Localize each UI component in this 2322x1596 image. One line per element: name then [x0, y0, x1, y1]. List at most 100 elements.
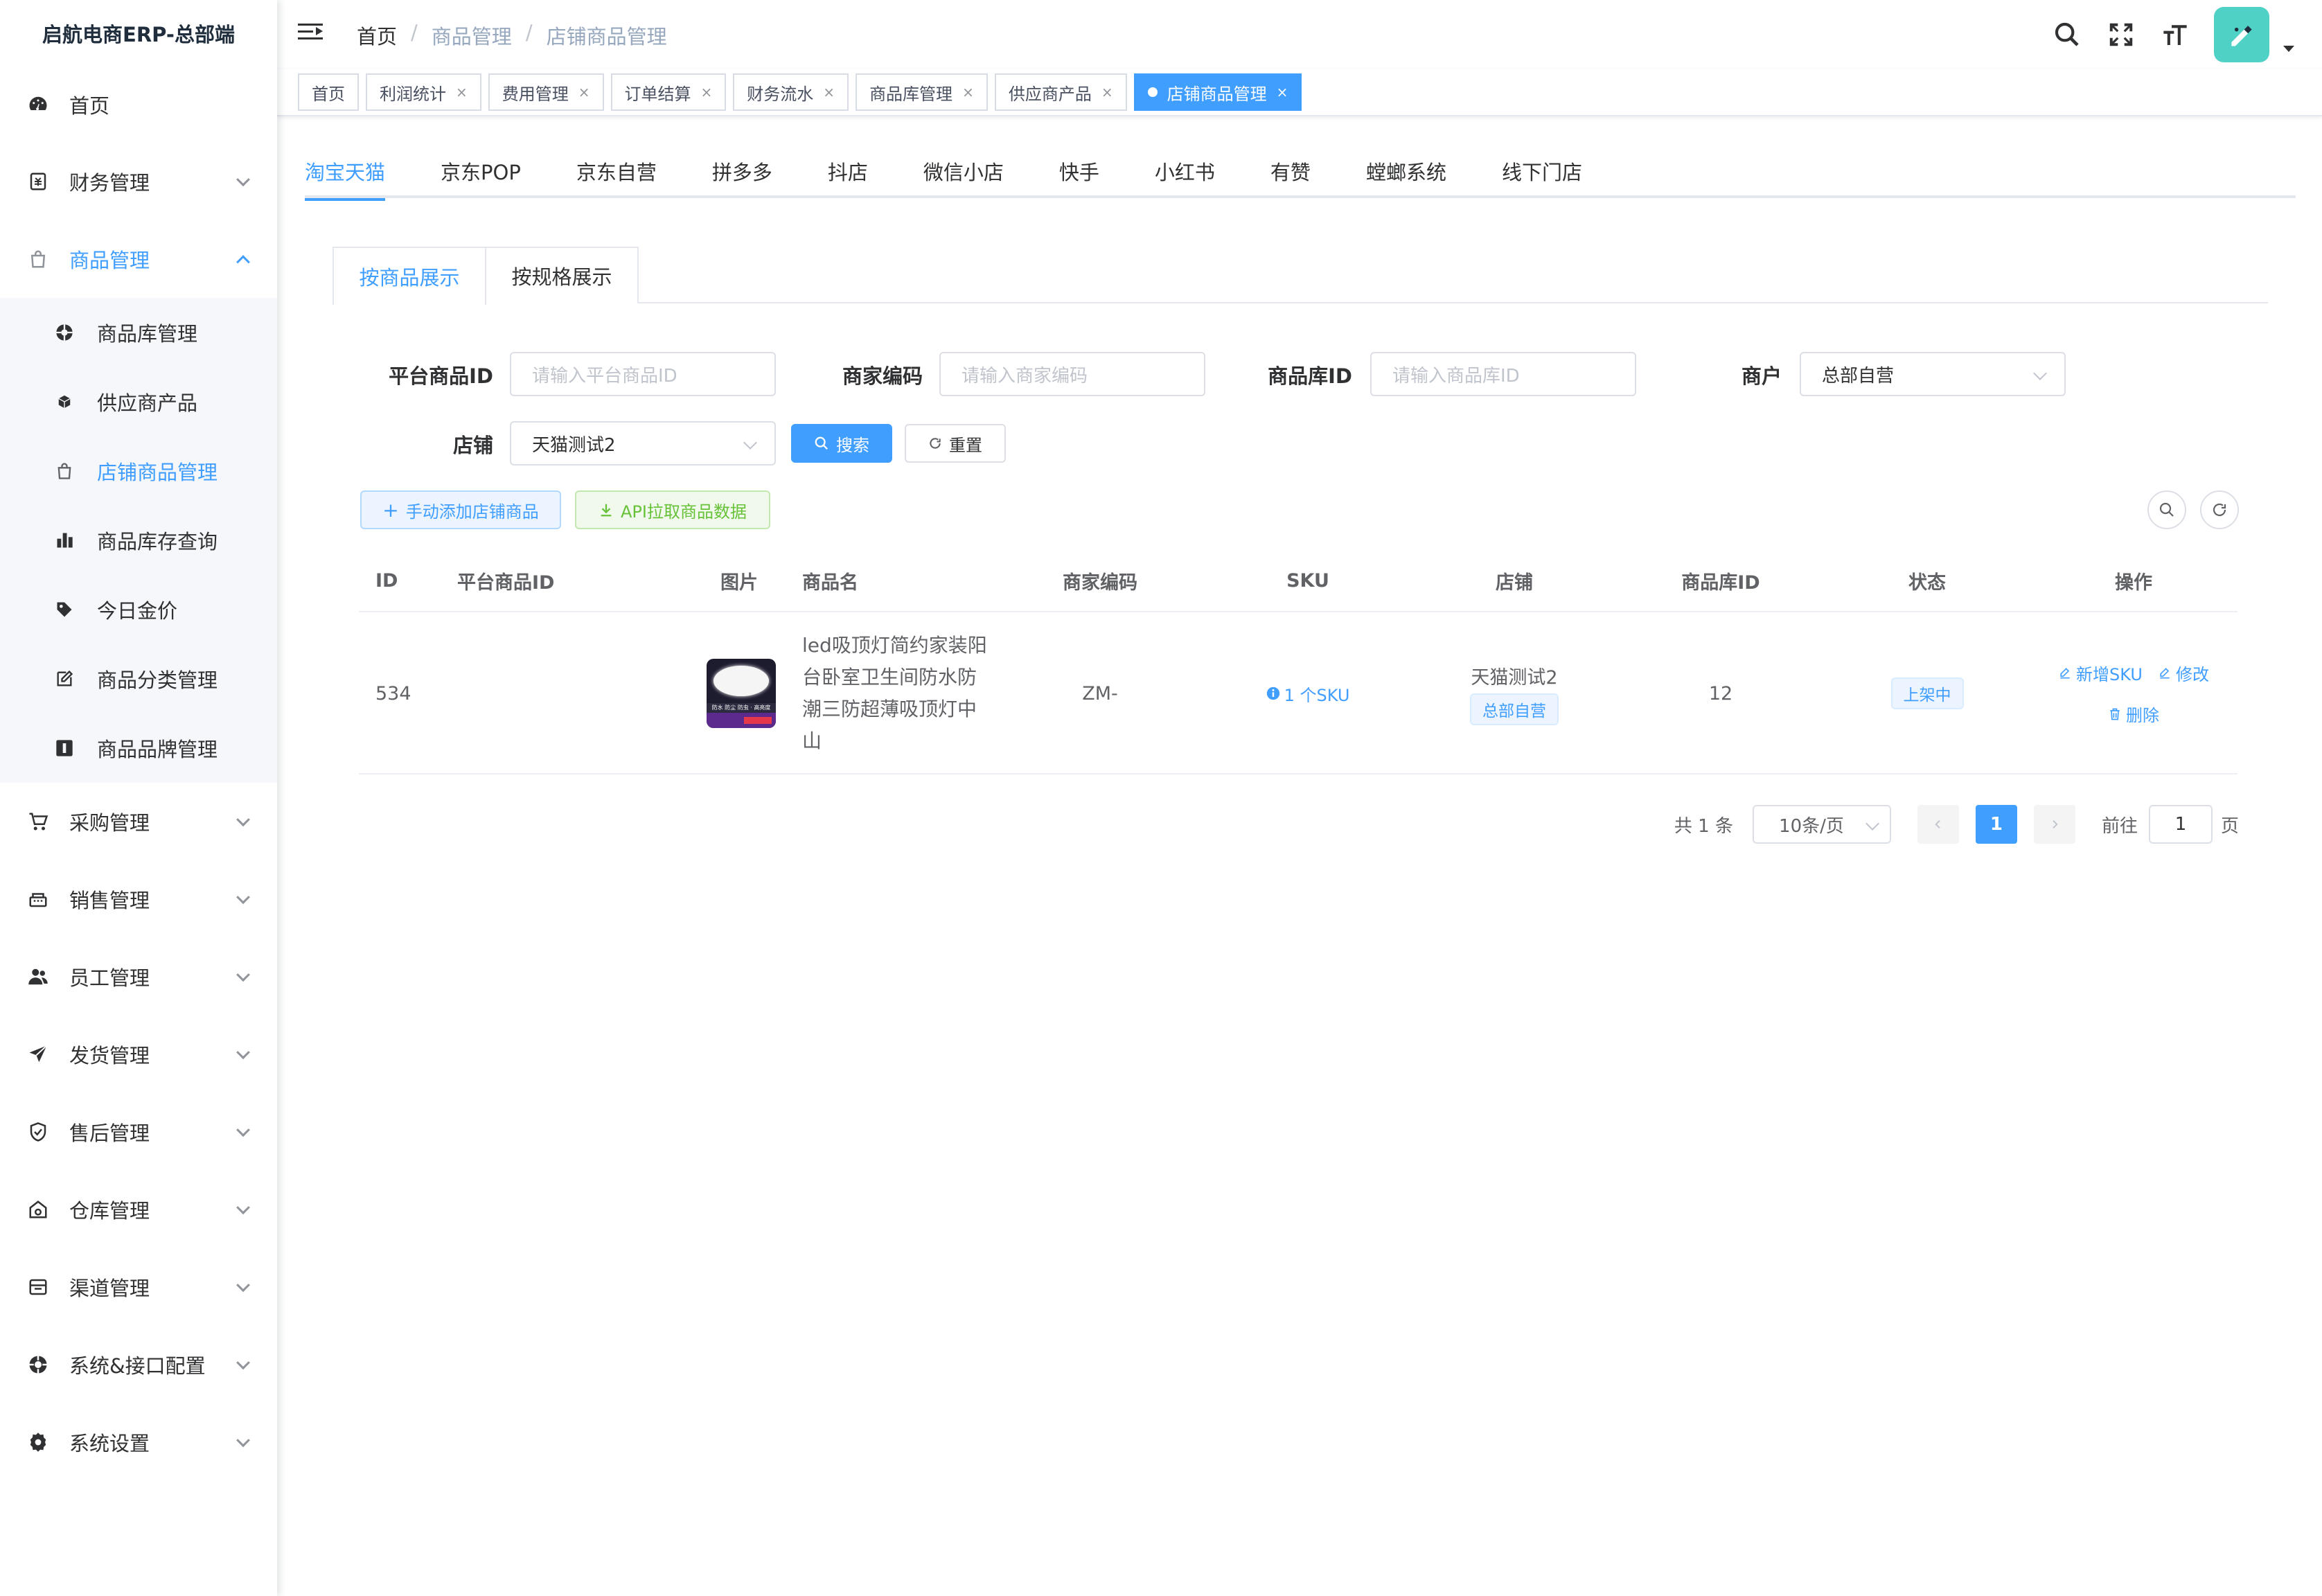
dashboard-icon — [26, 93, 50, 116]
sidebar-item-supplier-products[interactable]: 供应商产品 — [0, 367, 277, 436]
sidebar-item-category[interactable]: 商品分类管理 — [0, 644, 277, 713]
shop-select[interactable]: 天猫测试2 — [510, 421, 776, 466]
sku-link[interactable]: 1 个SKU — [1266, 682, 1350, 706]
app-logo-title: 启航电商ERP-总部端 — [42, 23, 235, 46]
sidebar-item-brand[interactable]: 商品品牌管理 — [0, 713, 277, 783]
sidebar-item-shop-products[interactable]: 店铺商品管理 — [0, 436, 277, 506]
close-icon[interactable]: × — [823, 84, 835, 100]
sku-count: 1 个SKU — [1284, 685, 1350, 705]
toggle-search-button[interactable] — [2147, 490, 2186, 529]
cell-sku: 1 个SKU — [1218, 612, 1398, 774]
send-icon — [26, 1043, 50, 1066]
product-name: led吸顶灯简约家装阳台卧室卫生间防水防潮三防超薄吸顶灯中山 — [802, 634, 987, 752]
chevron-down-icon — [236, 890, 250, 905]
search-button[interactable]: 搜索 — [791, 424, 892, 463]
platform-id-input[interactable]: 请输入平台商品ID — [510, 352, 776, 396]
sidebar-item-product-library[interactable]: 商品库管理 — [0, 298, 277, 367]
tag-supplier-products[interactable]: 供应商产品 × — [994, 73, 1127, 111]
close-icon[interactable]: × — [1101, 84, 1113, 100]
close-icon[interactable]: × — [578, 84, 590, 100]
reset-button[interactable]: 重置 — [905, 424, 1006, 463]
merchant-code-input[interactable]: 请输入商家编码 — [939, 352, 1205, 396]
font-size-icon[interactable] — [2160, 19, 2190, 50]
close-icon[interactable]: × — [962, 84, 974, 100]
col-image: 图片 — [720, 571, 758, 594]
tab-by-product[interactable]: 按商品展示 — [333, 247, 486, 305]
close-icon[interactable]: × — [1277, 84, 1288, 100]
tag-settlement[interactable]: 订单结算 × — [610, 73, 727, 111]
chevron-down-icon — [236, 1045, 250, 1060]
edit-button[interactable]: 修改 — [2158, 661, 2209, 685]
add-shop-product-button[interactable]: + 手动添加店铺商品 — [360, 490, 561, 529]
tag-cashflow[interactable]: 财务流水 × — [733, 73, 849, 111]
sidebar-item-sales[interactable]: 销售管理 — [0, 860, 277, 938]
sidebar-item-label: 发货管理 — [69, 1044, 150, 1067]
tab-youzan[interactable]: 有赞 — [1270, 145, 1311, 198]
page-suffix: 页 — [2220, 815, 2239, 837]
next-page-button[interactable] — [2033, 805, 2075, 844]
sidebar-item-purchase[interactable]: 采购管理 — [0, 783, 277, 860]
tab-jd-pop[interactable]: 京东POP — [441, 145, 521, 198]
tab-douyin[interactable]: 抖店 — [828, 145, 868, 198]
chevron-down-icon — [236, 172, 250, 187]
shopping-bag-icon — [26, 247, 50, 271]
refresh-button[interactable] — [2200, 490, 2239, 529]
add-sku-button[interactable]: 新增SKU — [2058, 661, 2143, 685]
sidebar-item-inventory[interactable]: 商品库存查询 — [0, 506, 277, 575]
tag-label: 利润统计 — [380, 84, 446, 104]
sidebar-item-home[interactable]: 首页 — [0, 66, 277, 143]
merchant-select[interactable]: 总部自营 — [1800, 352, 2066, 396]
tab-xiaohongshu[interactable]: 小红书 — [1155, 145, 1215, 198]
tab-by-spec[interactable]: 按规格展示 — [485, 247, 639, 303]
tag-expense[interactable]: 费用管理 × — [488, 73, 604, 111]
api-pull-button[interactable]: API拉取商品数据 — [575, 490, 770, 529]
price-tag-icon — [54, 599, 75, 620]
sidebar-item-gold-price[interactable]: 今日金价 — [0, 575, 277, 644]
sidebar-item-label: 采购管理 — [69, 811, 150, 835]
info-icon — [1266, 686, 1279, 700]
tab-taobao-tmall[interactable]: 淘宝天猫 — [305, 145, 386, 201]
tag-shop-products[interactable]: 店铺商品管理 × — [1133, 73, 1302, 111]
library-id-input[interactable]: 请输入商品库ID — [1370, 352, 1636, 396]
tag-profit[interactable]: 利润统计 × — [366, 73, 481, 111]
sidebar-item-channel[interactable]: 渠道管理 — [0, 1248, 277, 1326]
tab-kuaishou[interactable]: 快手 — [1059, 145, 1099, 198]
platform-tabs: 淘宝天猫 京东POP 京东自营 拼多多 抖店 微信小店 快手 小红书 有赞 螳螂… — [305, 145, 2296, 201]
sidebar-item-shipping[interactable]: 发货管理 — [0, 1016, 277, 1093]
sidebar-item-label: 店铺商品管理 — [97, 461, 218, 484]
sidebar-item-warehouse[interactable]: 仓库管理 — [0, 1171, 277, 1248]
tab-offline-store[interactable]: 线下门店 — [1502, 145, 1582, 198]
shopping-bag-icon — [54, 461, 75, 481]
caret-down-icon[interactable] — [2283, 45, 2294, 52]
close-icon[interactable]: × — [456, 84, 468, 100]
close-icon[interactable]: × — [701, 84, 713, 100]
brand-icon — [54, 738, 75, 759]
tab-mantis[interactable]: 螳螂系统 — [1366, 145, 1446, 198]
page-size-select[interactable]: 10条/页 — [1752, 805, 1891, 844]
product-image[interactable]: 防水 防尘 防虫 · 高亮度 — [707, 659, 776, 728]
search-icon[interactable] — [2052, 19, 2082, 50]
tab-jd-self[interactable]: 京东自营 — [576, 145, 657, 198]
col-merchant-code: 商家编码 — [1063, 571, 1137, 594]
sidebar-item-finance[interactable]: 财务管理 — [0, 143, 277, 220]
sidebar-item-label: 商品品牌管理 — [97, 738, 218, 761]
sidebar-item-label: 销售管理 — [69, 889, 150, 912]
delete-button[interactable]: 删除 — [2108, 702, 2159, 726]
page-number-current[interactable]: 1 — [1975, 805, 2017, 844]
tab-pinduoduo[interactable]: 拼多多 — [712, 145, 772, 198]
api-pull-label: API拉取商品数据 — [621, 502, 747, 522]
avatar[interactable] — [2214, 7, 2269, 62]
fullscreen-icon[interactable] — [2106, 19, 2136, 50]
sidebar-item-staff[interactable]: 员工管理 — [0, 938, 277, 1016]
goto-page-input[interactable]: 1 — [2148, 805, 2213, 844]
tag-home[interactable]: 首页 — [298, 73, 359, 111]
sidebar-item-aftersale[interactable]: 售后管理 — [0, 1093, 277, 1171]
breadcrumb-home[interactable]: 首页 — [357, 21, 397, 50]
hamburger-icon[interactable] — [298, 24, 323, 44]
prev-page-button[interactable] — [1917, 805, 1959, 844]
sidebar-item-settings[interactable]: 系统设置 — [0, 1403, 277, 1481]
sidebar-item-products[interactable]: 商品管理 — [0, 220, 277, 298]
tab-wechat-shop[interactable]: 微信小店 — [923, 145, 1004, 198]
sidebar-item-api-config[interactable]: 系统&接口配置 — [0, 1326, 277, 1403]
tag-product-library[interactable]: 商品库管理 × — [856, 73, 988, 111]
